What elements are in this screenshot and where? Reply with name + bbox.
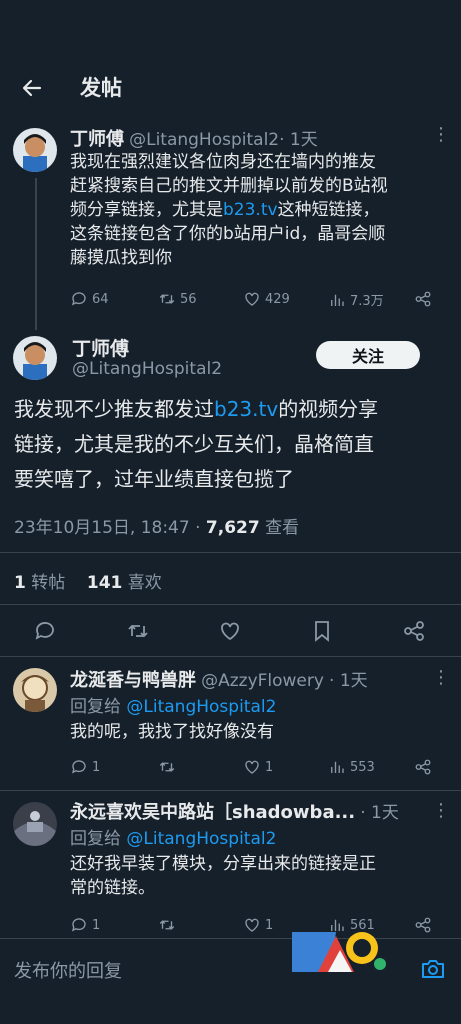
reply-header: 永远喜欢吴中路站［shadowba... · 1天 xyxy=(70,798,399,824)
views-count: 7,627 xyxy=(205,518,260,538)
tweet-time: · 1天 xyxy=(279,130,318,150)
reply-time: · 1天 xyxy=(360,803,399,823)
thread-line xyxy=(35,178,37,330)
divider xyxy=(0,790,461,791)
replying-to: 回复给 @LitangHospital2 xyxy=(70,697,277,717)
mention-link[interactable]: @LitangHospital2 xyxy=(126,697,276,717)
tweet-link[interactable]: b23.tv xyxy=(223,200,278,220)
reply-icon[interactable] xyxy=(33,619,57,643)
more-options-icon[interactable]: ⋮ xyxy=(432,800,450,821)
reply-icon xyxy=(71,760,86,774)
divider xyxy=(0,604,461,605)
replying-to: 回复给 @LitangHospital2 xyxy=(70,829,277,849)
tweet-header: 丁师傅 @LitangHospital2· 1天 xyxy=(70,125,318,151)
share-button[interactable] xyxy=(414,290,432,308)
avatar[interactable] xyxy=(13,668,57,712)
reply-button[interactable]: 1 xyxy=(70,916,100,934)
tweet-actions xyxy=(0,619,461,645)
like-button[interactable]: 1 xyxy=(243,758,273,776)
share-icon[interactable] xyxy=(402,619,426,643)
heart-icon xyxy=(245,292,259,306)
top-bar: 发帖 xyxy=(0,58,461,116)
reply-text: 还好我早装了模块，分享出来的链接是正 常的链接。 xyxy=(70,854,376,898)
tweet-actions: 64 56 429 7.3万 xyxy=(70,290,440,312)
mention-link[interactable]: @LitangHospital2 xyxy=(126,829,276,849)
share-icon xyxy=(415,291,431,307)
share-icon xyxy=(415,917,431,933)
like-stat[interactable]: 141 喜欢 xyxy=(87,573,162,593)
retweet-icon xyxy=(159,762,175,772)
author-handle[interactable]: @LitangHospital2 xyxy=(72,359,222,379)
tweet-text: 我发现不少推友都发过b23.tv的视频分享 链接，尤其是我的不少互关们，晶格简直… xyxy=(14,397,379,491)
retweet-icon[interactable] xyxy=(126,619,150,643)
bookmark-icon[interactable] xyxy=(310,619,334,643)
more-options-icon[interactable]: ⋮ xyxy=(432,667,450,688)
retweet-button[interactable] xyxy=(158,916,176,934)
divider xyxy=(0,656,461,657)
views-button[interactable]: 7.3万 xyxy=(328,290,384,309)
author-name[interactable]: 丁师傅 xyxy=(70,129,124,150)
share-icon xyxy=(415,759,431,775)
reply-icon xyxy=(71,292,86,306)
camera-icon[interactable] xyxy=(420,957,446,981)
tweet-text: 我现在强烈建议各位肉身还在墙内的推友 赶紧搜索自己的推文并删掉以前发的B站视 频… xyxy=(70,152,388,268)
retweet-icon xyxy=(159,294,175,304)
like-button[interactable]: 429 xyxy=(243,290,290,308)
reply-button[interactable]: 64 xyxy=(70,290,109,308)
retweet-stat[interactable]: 1 转帖 xyxy=(14,573,65,593)
share-button[interactable] xyxy=(414,758,432,776)
reply-composer: 发布你的回复 xyxy=(0,938,461,1000)
retweet-icon xyxy=(159,920,175,930)
like-button[interactable]: 1 xyxy=(243,916,273,934)
reply-time: · 1天 xyxy=(329,671,368,691)
heart-icon[interactable] xyxy=(218,619,242,643)
views-icon xyxy=(331,294,344,306)
author-handle[interactable]: @LitangHospital2 xyxy=(129,130,279,150)
reply-input[interactable]: 发布你的回复 xyxy=(14,957,122,983)
tweet-datetime: 23年10月15日, 18:47 · xyxy=(14,518,206,538)
avatar[interactable] xyxy=(13,336,57,380)
reply-header: 龙涎香与鸭兽胖 @AzzyFlowery · 1天 xyxy=(70,666,368,692)
follow-button[interactable]: 关注 xyxy=(316,341,420,369)
heart-icon xyxy=(245,760,259,774)
views-label: 查看 xyxy=(259,518,300,538)
share-button[interactable] xyxy=(414,916,432,934)
author-name[interactable]: 永远喜欢吴中路站［shadowba... xyxy=(70,802,355,823)
more-options-icon[interactable]: ⋮ xyxy=(432,124,450,145)
views-icon xyxy=(331,761,344,773)
retweet-button[interactable]: 56 xyxy=(158,290,197,308)
reply-icon xyxy=(71,918,86,932)
author-name[interactable]: 丁师傅 xyxy=(72,334,129,361)
reply-actions: 1 1 553 xyxy=(70,758,440,780)
author-handle[interactable]: @AzzyFlowery xyxy=(201,671,324,691)
author-name[interactable]: 龙涎香与鸭兽胖 xyxy=(70,670,196,691)
watermark-logo-icon xyxy=(292,932,386,972)
back-arrow-icon[interactable] xyxy=(20,76,44,100)
reply-button[interactable]: 1 xyxy=(70,758,100,776)
heart-icon xyxy=(245,918,259,932)
avatar[interactable] xyxy=(13,802,57,846)
tweet-link[interactable]: b23.tv xyxy=(214,397,278,421)
reply-text: 我的呢，我找了找好像没有 xyxy=(70,722,274,742)
tweet-meta: 23年10月15日, 18:47 · 7,627 查看 xyxy=(14,513,299,538)
divider xyxy=(0,552,461,553)
views-button[interactable]: 553 xyxy=(328,758,375,776)
page-title: 发帖 xyxy=(80,76,122,100)
tweet-stats: 1 转帖 141 喜欢 xyxy=(14,568,162,593)
avatar[interactable] xyxy=(13,128,57,172)
retweet-button[interactable] xyxy=(158,758,176,776)
